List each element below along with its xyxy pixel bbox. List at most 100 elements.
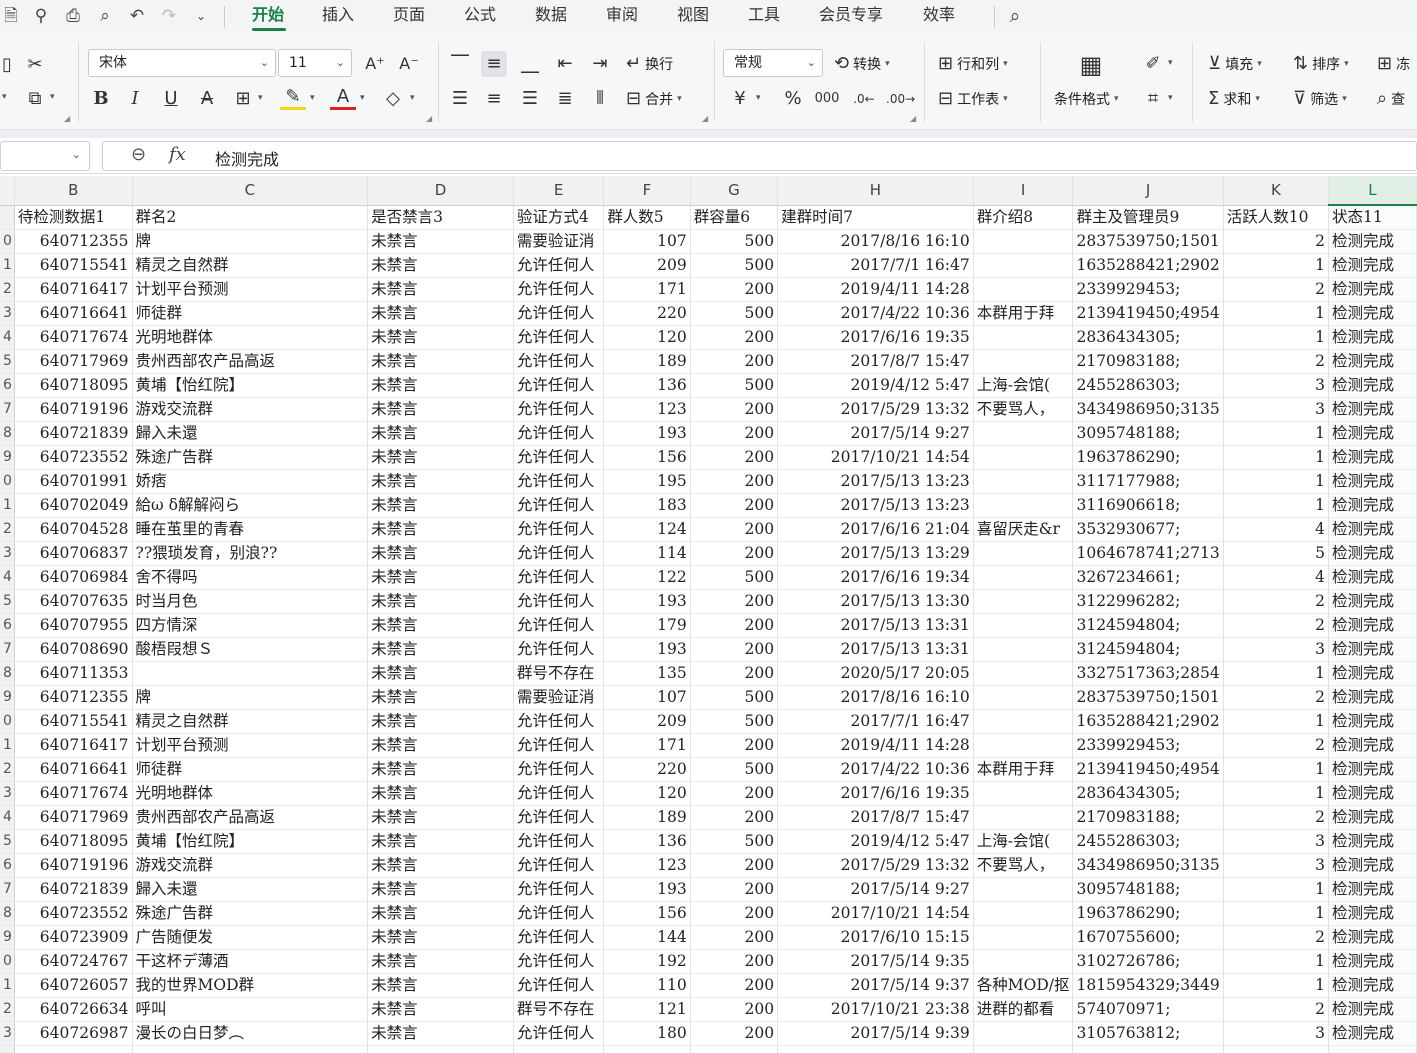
cell[interactable]: 验证方式4 [513, 205, 605, 230]
cell[interactable]: 640719196 [14, 397, 133, 422]
cell[interactable]: 136 [603, 373, 691, 398]
percent-icon[interactable]: % [780, 86, 806, 112]
cell[interactable]: 2017/6/16 19:35 [777, 325, 974, 350]
cell[interactable]: 3434986950;3135 [1072, 853, 1224, 878]
cell[interactable]: 允许任何人 [513, 853, 605, 878]
cell[interactable]: 允许任何人 [513, 397, 605, 422]
cell[interactable]: 2 [1223, 805, 1329, 830]
cell[interactable]: 未禁言 [367, 709, 514, 734]
cell[interactable]: 未禁言 [367, 805, 514, 830]
cell[interactable]: 群介绍8 [973, 205, 1074, 230]
filter-button[interactable]: ⊽ 筛选 ▾ [1293, 86, 1347, 112]
cell[interactable]: 检测完成 [1328, 829, 1417, 854]
cell[interactable] [690, 1045, 779, 1053]
cell[interactable]: 200 [690, 781, 779, 806]
cell[interactable]: 2017/8/16 16:10 [777, 229, 974, 254]
function-icon[interactable]: fx [169, 144, 186, 165]
cell[interactable]: 640706984 [14, 565, 133, 590]
cell[interactable]: 2017/8/7 15:47 [777, 805, 974, 830]
highlight-icon[interactable]: ✎ [280, 86, 306, 110]
cell[interactable]: 贵州西部农产品高返 [132, 349, 369, 374]
cell[interactable]: 待检测数据1 [14, 205, 133, 230]
cell[interactable]: 2017/5/29 13:32 [777, 397, 974, 422]
cell[interactable]: 检测完成 [1328, 613, 1417, 638]
cell[interactable]: ??猥琐发育，别浪?? [132, 541, 369, 566]
cell[interactable]: 未禁言 [367, 565, 514, 590]
cell[interactable]: 200 [690, 325, 779, 350]
cell[interactable]: 允许任何人 [513, 349, 605, 374]
row-number[interactable]: 3 [0, 301, 15, 326]
cell[interactable]: 2019/4/11 14:28 [777, 733, 974, 758]
alignment-launcher-icon[interactable]: ◢ [702, 114, 708, 123]
cell[interactable]: 500 [690, 709, 779, 734]
cell[interactable] [973, 445, 1074, 470]
cell[interactable]: 未禁言 [367, 925, 514, 950]
tab-efficiency[interactable]: 效率 [923, 4, 955, 30]
cell[interactable] [973, 493, 1074, 518]
cell[interactable]: 3116906618; [1072, 493, 1224, 518]
cell[interactable]: 183 [603, 493, 691, 518]
row-number[interactable]: 1 [0, 733, 15, 758]
tab-home[interactable]: 开始 [252, 4, 284, 30]
cell[interactable]: 未禁言 [367, 589, 514, 614]
cell[interactable]: 未禁言 [367, 781, 514, 806]
cell[interactable]: 1 [1223, 661, 1329, 686]
cell[interactable]: 136 [603, 829, 691, 854]
cell[interactable]: 3124594804; [1072, 613, 1224, 638]
row-number[interactable]: 4 [0, 805, 15, 830]
row-number[interactable]: 8 [0, 661, 15, 686]
cell[interactable] [973, 469, 1074, 494]
cell[interactable]: 3117177988; [1072, 469, 1224, 494]
cell[interactable]: 110 [603, 973, 691, 998]
cell[interactable]: 107 [603, 229, 691, 254]
row-number[interactable]: 1 [0, 493, 15, 518]
cell[interactable]: 2339929453; [1072, 277, 1224, 302]
cell[interactable]: 群人数5 [603, 205, 691, 230]
align-center-icon[interactable]: ≡ [481, 86, 507, 112]
cell[interactable] [973, 637, 1074, 662]
number-launcher-icon[interactable]: ◢ [910, 114, 916, 123]
cell[interactable]: 193 [603, 637, 691, 662]
cell[interactable]: 1 [1223, 445, 1329, 470]
cell[interactable]: 640712355 [14, 685, 133, 710]
cell[interactable]: 2 [1223, 685, 1329, 710]
cell[interactable]: 640706837 [14, 541, 133, 566]
cell[interactable]: 640701991 [14, 469, 133, 494]
cell[interactable]: 1 [1223, 469, 1329, 494]
cell[interactable]: 未禁言 [367, 517, 514, 542]
conditional-format-icon[interactable]: ▦ [1074, 48, 1108, 82]
cell[interactable]: 200 [690, 877, 779, 902]
underline-icon[interactable]: U [158, 86, 184, 112]
cell[interactable]: 200 [690, 445, 779, 470]
cell[interactable]: 2017/5/13 13:29 [777, 541, 974, 566]
cell[interactable]: 漫长の白日梦︵ [132, 1021, 369, 1046]
cell[interactable]: 时当月色 [132, 589, 369, 614]
cell[interactable]: 精灵之自然群 [132, 709, 369, 734]
tab-member[interactable]: 会员专享 [819, 4, 883, 30]
cell[interactable]: 640716641 [14, 301, 133, 326]
row-number[interactable]: 1 [0, 973, 15, 998]
cell[interactable] [973, 565, 1074, 590]
cell[interactable]: 200 [690, 997, 779, 1022]
cell[interactable]: 未禁言 [367, 637, 514, 662]
cell[interactable]: 200 [690, 637, 779, 662]
cell[interactable]: 193 [603, 877, 691, 902]
cell[interactable]: 牌 [132, 685, 369, 710]
cell[interactable]: 200 [690, 1021, 779, 1046]
cell[interactable]: 未禁言 [367, 541, 514, 566]
cell[interactable]: 允许任何人 [513, 613, 605, 638]
cell[interactable]: 检测完成 [1328, 1021, 1417, 1046]
column-header-j[interactable]: J [1072, 176, 1224, 206]
cell[interactable]: 本群用于拜 [973, 757, 1074, 782]
cell[interactable]: 1815954329;3449 [1072, 973, 1224, 998]
cell[interactable]: 检测完成 [1328, 349, 1417, 374]
cell[interactable]: 需要验证消 [513, 685, 605, 710]
freeze-button[interactable]: ⊞ 冻 [1377, 51, 1410, 77]
sort-button[interactable]: ⇅ 排序 ▾ [1293, 51, 1349, 77]
cell[interactable]: 未禁言 [367, 829, 514, 854]
row-number[interactable]: 2 [0, 997, 15, 1022]
cell[interactable]: 640717674 [14, 325, 133, 350]
cell[interactable] [973, 277, 1074, 302]
print-icon[interactable]: ⎙ [62, 5, 84, 27]
cell[interactable]: 检测完成 [1328, 373, 1417, 398]
